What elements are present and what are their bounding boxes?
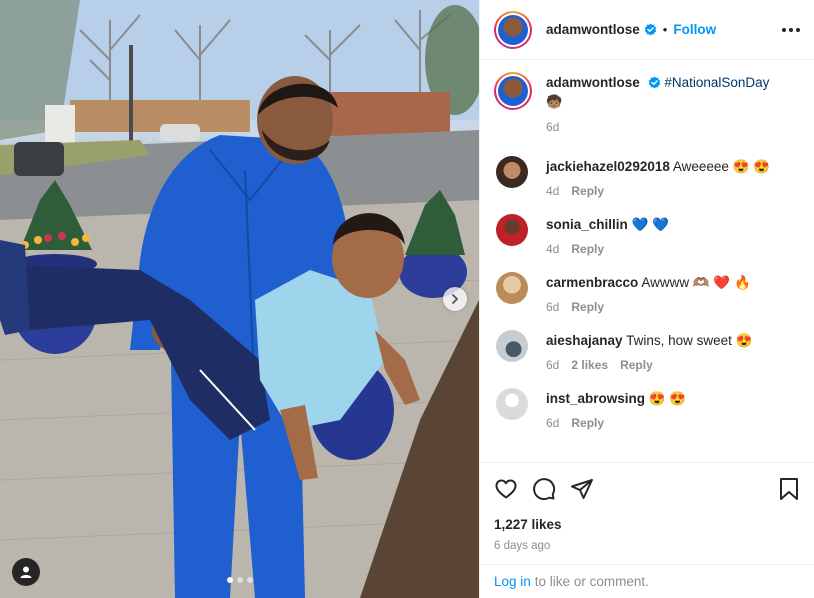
comment-username[interactable]: inst_abrowsing <box>546 391 645 406</box>
comment-time[interactable]: 6d <box>546 416 559 430</box>
comment-text: Aweeeee 😍 😍 <box>672 159 771 174</box>
post-side-panel: adamwontlose • Follow adamwontlose #Nati… <box>479 0 814 598</box>
comment-item: aieshajanay Twins, how sweet 😍 6d 2 like… <box>494 330 800 372</box>
reply-button[interactable]: Reply <box>571 416 604 430</box>
reply-button[interactable]: Reply <box>571 242 604 256</box>
comment-username[interactable]: aieshajanay <box>546 333 623 348</box>
commenter-avatar[interactable] <box>496 330 528 362</box>
post-header: adamwontlose • Follow <box>480 0 814 60</box>
commenter-avatar[interactable] <box>496 388 528 420</box>
commenter-avatar[interactable] <box>496 156 528 188</box>
caption-hashtag[interactable]: #NationalSonDay <box>664 75 769 90</box>
bookmark-icon[interactable] <box>778 477 800 501</box>
comment-text: Awwww 🫶🏽 ❤️ 🔥 <box>641 275 751 290</box>
comment-item: inst_abrowsing 😍 😍 6d Reply <box>494 388 800 430</box>
comment-username[interactable]: carmenbracco <box>546 275 638 290</box>
likes-count[interactable]: 1,227 likes <box>494 517 800 532</box>
comment-text: Twins, how sweet 😍 <box>626 333 753 348</box>
carousel-dot-active <box>226 577 233 583</box>
comment-time[interactable]: 6d <box>546 300 559 314</box>
post-actions: 1,227 likes 6 days ago <box>480 462 814 564</box>
commenter-avatar[interactable] <box>496 272 528 304</box>
next-photo-button[interactable] <box>443 287 467 311</box>
heart-icon[interactable] <box>494 477 518 501</box>
commenter-avatar[interactable] <box>496 214 528 246</box>
verified-badge-icon <box>648 76 660 89</box>
chevron-right-icon <box>452 294 459 304</box>
post-timestamp[interactable]: 6 days ago <box>494 540 800 552</box>
reply-button[interactable]: Reply <box>620 358 653 372</box>
post-caption: adamwontlose #NationalSonDay 🧒🏽 6d <box>494 72 800 134</box>
comment-likes[interactable]: 2 likes <box>571 358 608 372</box>
caption-author-avatar[interactable] <box>494 72 532 110</box>
comment-text: 😍 😍 <box>648 391 687 406</box>
instagram-post-modal: adamwontlose • Follow adamwontlose #Nati… <box>0 0 814 598</box>
follow-button[interactable]: Follow <box>673 22 716 37</box>
comments-list[interactable]: adamwontlose #NationalSonDay 🧒🏽 6d jacki… <box>480 60 814 462</box>
comment-icon[interactable] <box>532 477 556 501</box>
comment-time[interactable]: 6d <box>546 358 559 372</box>
carousel-indicator <box>0 577 479 583</box>
post-photo[interactable] <box>0 0 479 598</box>
verified-badge-icon <box>644 23 657 36</box>
more-options-icon[interactable] <box>782 27 800 32</box>
comment-username[interactable]: jackiehazel0292018 <box>546 159 670 174</box>
caption-emoji: 🧒🏽 <box>546 95 563 110</box>
author-username[interactable]: adamwontlose <box>546 22 640 37</box>
comment-time[interactable]: 4d <box>546 184 559 198</box>
login-link[interactable]: Log in <box>494 574 531 589</box>
comment-username[interactable]: sonia_chillin <box>546 217 628 232</box>
reply-button[interactable]: Reply <box>571 300 604 314</box>
caption-time[interactable]: 6d <box>546 120 559 134</box>
comment-time[interactable]: 4d <box>546 242 559 256</box>
caption-username[interactable]: adamwontlose <box>546 75 640 90</box>
comment-text: 💙 💙 <box>631 217 669 232</box>
photo-scene <box>0 0 479 598</box>
carousel-dot <box>236 577 243 583</box>
carousel-dot <box>246 577 253 583</box>
separator-dot: • <box>662 22 668 37</box>
reply-button[interactable]: Reply <box>571 184 604 198</box>
comment-item: carmenbracco Awwww 🫶🏽 ❤️ 🔥 6d Reply <box>494 272 800 314</box>
login-prompt-text: to like or comment. <box>534 574 649 589</box>
comment-item: jackiehazel0292018 Aweeeee 😍 😍 4d Reply <box>494 156 800 198</box>
share-icon[interactable] <box>570 477 594 501</box>
author-avatar[interactable] <box>494 10 532 49</box>
login-prompt: Log in to like or comment. <box>480 564 814 598</box>
comment-item: sonia_chillin 💙 💙 4d Reply <box>494 214 800 256</box>
